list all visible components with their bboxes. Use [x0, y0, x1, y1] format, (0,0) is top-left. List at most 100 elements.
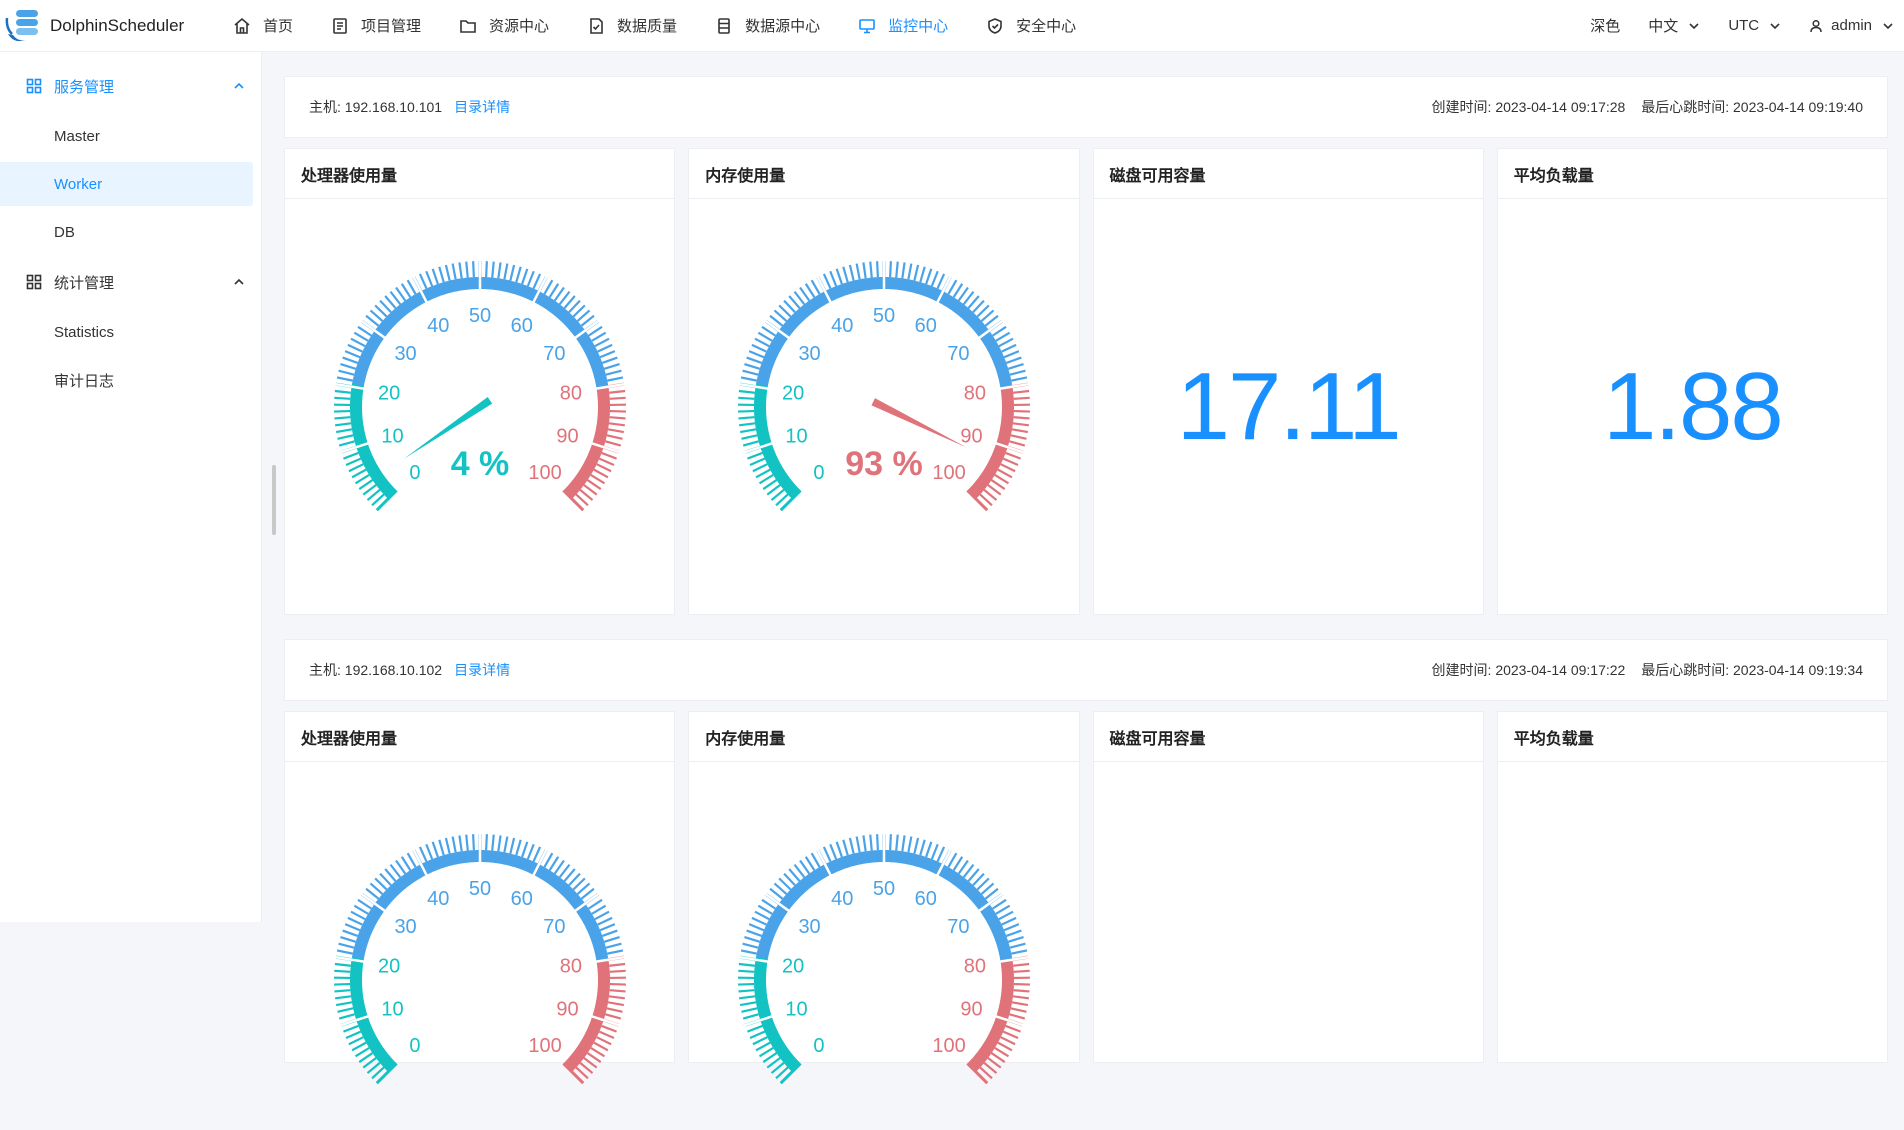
user-menu[interactable]: admin — [1809, 17, 1894, 34]
nav-datasource[interactable]: 数据源中心 — [696, 0, 839, 52]
gauge-tick — [601, 452, 616, 458]
gauge-tick — [351, 912, 365, 919]
gauge-tick-label: 70 — [947, 916, 969, 938]
gauge-tick — [351, 338, 365, 345]
gauge-tick-label: 10 — [381, 425, 403, 447]
gauge-tick — [763, 1053, 776, 1062]
gauge-tick — [604, 937, 619, 942]
gauge-tick — [741, 1008, 757, 1011]
gauge-tick — [554, 287, 563, 300]
gauge-tick — [830, 844, 836, 859]
gauge-tick-label: 70 — [947, 342, 969, 364]
gauge-tick — [446, 838, 450, 854]
sidebar: 服务管理 Master Worker DB 统计管理 Statistics 审计… — [0, 52, 262, 922]
gauge-tick-label: 80 — [559, 956, 581, 978]
gauge-tick-label: 60 — [915, 888, 937, 910]
sidebar-group-statistics[interactable]: 统计管理 — [0, 258, 261, 306]
sidebar-group-statistics-label: 统计管理 — [54, 272, 233, 293]
gauge-tick — [606, 944, 621, 948]
gauge-tick — [750, 1032, 765, 1038]
gauge-tick — [549, 283, 558, 297]
gauge-tick — [850, 265, 854, 281]
gauge-tick — [1003, 1032, 1018, 1038]
gauge-tick-label: 10 — [785, 425, 807, 447]
directory-details-link[interactable]: 目录详情 — [454, 660, 510, 680]
gauge-tick — [466, 261, 468, 277]
gauge-tick — [1011, 435, 1027, 438]
sidebar-item-audit-log[interactable]: 审计日志 — [0, 358, 253, 402]
gauge-tick — [749, 924, 764, 930]
nav-quality[interactable]: 数据质量 — [568, 0, 696, 52]
gauge-tick — [739, 964, 755, 966]
nav-monitor[interactable]: 监控中心 — [839, 0, 967, 52]
home-icon — [233, 17, 251, 35]
gauge-tick — [1013, 990, 1029, 991]
gauge-tick — [334, 990, 350, 991]
gauge-tick-label: 50 — [469, 878, 491, 900]
nav-project[interactable]: 项目管理 — [312, 0, 440, 52]
gauge-tick-label: 30 — [798, 342, 820, 364]
gauge-tick-label: 20 — [378, 382, 400, 404]
gauge-tick-label: 50 — [469, 305, 491, 327]
nav-resource[interactable]: 资源中心 — [440, 0, 568, 52]
chevron-down-icon — [1769, 20, 1781, 32]
gauge-tick — [359, 480, 372, 489]
theme-toggle[interactable]: 深色 — [1590, 15, 1620, 36]
gauge-tick — [554, 861, 563, 874]
directory-details-link[interactable]: 目录详情 — [454, 97, 510, 117]
gauge-tick — [920, 840, 924, 855]
gauge-tick-label: 30 — [394, 916, 416, 938]
gauge-tick — [954, 857, 963, 871]
gauge-tick — [1002, 344, 1016, 351]
gauge-tick — [914, 265, 918, 281]
gauge-tick — [1013, 423, 1029, 425]
gauge-tick — [355, 474, 369, 482]
gauge-tick — [948, 280, 956, 294]
gauge-tick — [349, 464, 363, 471]
nav-security[interactable]: 安全中心 — [967, 0, 1095, 52]
nav-home[interactable]: 首页 — [214, 0, 312, 52]
disk-value-body: 17.11 — [1094, 199, 1483, 614]
gauge-tick-label: 30 — [394, 342, 416, 364]
gauge-tick — [355, 1048, 369, 1056]
gauge-tick — [473, 834, 474, 850]
sidebar-item-statistics[interactable]: Statistics — [0, 310, 253, 354]
gauge-tick — [336, 429, 352, 432]
gauge-tick — [335, 390, 351, 392]
gauge-tick — [806, 283, 815, 297]
nav-datasource-label: 数据源中心 — [745, 15, 820, 36]
gauge-tick — [926, 268, 931, 283]
main-nav: 首页 项目管理 资源中心 数据质量 数据源中心 监控中心 安全中心 — [214, 0, 1095, 52]
gauge-tick — [758, 332, 772, 340]
gauge-tick-label: 60 — [510, 315, 532, 337]
host-address: 主机: 192.168.10.101 — [309, 97, 442, 117]
gauge-tick — [812, 280, 820, 294]
gauge-tick — [896, 835, 898, 851]
sidebar-item-master[interactable]: Master — [0, 114, 253, 158]
gauge-tick — [739, 996, 755, 998]
gauge-tick — [902, 262, 904, 278]
gauge-tick — [420, 847, 427, 862]
sidebar-scrollbar[interactable] — [272, 465, 276, 535]
sidebar-group-service[interactable]: 服务管理 — [0, 62, 261, 110]
gauge-tick — [740, 429, 756, 432]
user-name: admin — [1831, 17, 1872, 34]
language-select[interactable]: 中文 — [1648, 15, 1700, 36]
app-logo[interactable]: DolphinScheduler — [0, 0, 210, 52]
gauge-tick — [340, 937, 355, 942]
host-times: 创建时间: 2023-04-14 09:17:22 最后心跳时间: 2023-0… — [1432, 660, 1863, 680]
gauge-tick — [599, 1032, 614, 1038]
gauge-tick — [739, 423, 755, 425]
memory-usage-card: 内存使用量 0102030405060708090100 — [688, 711, 1079, 1063]
gauge-tick — [759, 1048, 773, 1056]
gauge-tick — [346, 458, 361, 464]
gauge-tick — [533, 273, 540, 288]
card-title: 磁盘可用容量 — [1094, 712, 1483, 762]
gauge-tick — [843, 266, 847, 281]
worker-host-header: 主机: 192.168.10.101 目录详情 创建时间: 2023-04-14… — [284, 76, 1888, 138]
gauge-tick — [527, 271, 533, 286]
sidebar-item-worker[interactable]: Worker — [0, 162, 253, 206]
gauge-tick — [334, 971, 350, 972]
timezone-select[interactable]: UTC — [1728, 17, 1781, 34]
sidebar-item-db[interactable]: DB — [0, 210, 253, 254]
